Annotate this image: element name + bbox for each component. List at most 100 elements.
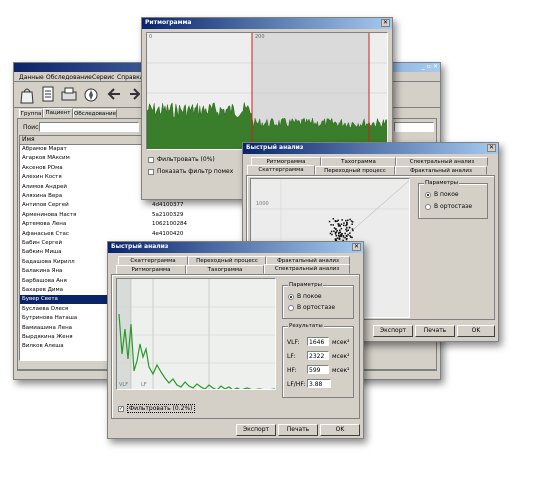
patient-row[interactable]: Артемова Лена 1062100284 [20, 220, 243, 229]
tab-spectral[interactable]: Спектральный анализ [264, 264, 350, 274]
scatter-axis-label: 1000 [256, 201, 269, 207]
show-filter-checkbox[interactable]: Показать фильтр помех [148, 168, 233, 175]
filter-checkbox-box[interactable] [148, 156, 154, 163]
band-label-lf: LF [141, 382, 147, 388]
scatter-point [333, 230, 335, 232]
tab-tachogram[interactable]: Тахограмма [186, 265, 264, 274]
scatter-params-group: Параметры В покое В ортостазе [418, 180, 488, 219]
menu-item-service[interactable]: Сервис [92, 74, 114, 81]
tab-tachogram[interactable]: Тахограмма [321, 157, 396, 166]
back-arrow-icon[interactable] [106, 86, 124, 103]
scatter-point [345, 224, 347, 227]
spectral-params-label: Параметры [288, 282, 323, 288]
menu-item-help[interactable]: Справка [117, 74, 143, 81]
result-row-hf: HF: 599 мсек² [287, 365, 353, 375]
scatter-point [348, 226, 351, 229]
close-icon[interactable]: ✕ [352, 243, 361, 251]
ok-button[interactable]: OK [320, 424, 360, 436]
spectral-radio-ortho-dot[interactable] [288, 304, 294, 311]
tab-exam[interactable]: Обследование [73, 109, 117, 118]
tab-group[interactable]: Группа [19, 109, 43, 118]
result-unit-hf: мсек² [332, 367, 350, 374]
patient-row[interactable]: Афанасьев Стас 4e4100420 [20, 230, 243, 239]
forward-arrow-icon[interactable] [128, 86, 141, 103]
radio-rest-dot[interactable] [425, 191, 431, 198]
spectral-filter-checkbox[interactable]: ✓ Фильтровать (0.2%) [118, 404, 195, 413]
tab-fractal[interactable]: Фрактальный анализ [395, 166, 487, 175]
show-filter-checkbox-box[interactable] [148, 168, 154, 175]
filter-checkbox[interactable]: Фильтровать (0%) [148, 156, 215, 163]
tab-scattergram[interactable]: Скаттерграмма [118, 256, 188, 265]
search-input[interactable] [39, 122, 139, 132]
radio-rest[interactable]: В покое [425, 191, 459, 198]
result-field-hf[interactable]: 599 [307, 365, 329, 374]
patient-name: Вырдякина Женя [22, 334, 73, 340]
patient-name: Аксенов РОма [22, 164, 63, 171]
scatter-point [339, 231, 342, 233]
spectral-radio-ortho[interactable]: В ортостазе [288, 304, 335, 311]
menu-item-exam[interactable]: Обследование [46, 74, 92, 81]
result-value-hf: 599 [309, 367, 321, 374]
rhythmogram-title: Ритмограмма [145, 19, 192, 26]
tab-transition[interactable]: Переходный процесс [188, 256, 266, 265]
scatter-point [352, 229, 354, 232]
scatter-point [338, 231, 340, 234]
print-button[interactable]: Печать [415, 325, 455, 337]
result-value-lfhf: 3.88 [309, 381, 323, 388]
export-button[interactable]: Экспорт [373, 325, 413, 337]
results-group: Результаты VLF: 1646 мсек² LF: 2322 мсек… [282, 323, 354, 398]
patient-name: Вилков Алеша [22, 343, 64, 350]
scatter-point [339, 234, 342, 237]
patient-id: 1062100284 [152, 221, 187, 228]
bag-icon[interactable] [19, 85, 35, 104]
patient-name: Агарков МАксим [22, 155, 70, 162]
result-row-lfhf: LF/HF: 3.88 [287, 379, 353, 389]
print-button[interactable]: Печать [278, 424, 318, 436]
spectral-params-group: Параметры В покое В ортостазе [282, 282, 354, 319]
scatter-point [340, 223, 343, 225]
tab-transition[interactable]: Переходный процесс [315, 166, 395, 175]
scatter-point [347, 233, 349, 236]
window-controls[interactable]: _ ▫ ✕ [422, 63, 438, 70]
filter-label: Фильтровать (0%) [157, 156, 215, 163]
compass-icon[interactable] [82, 85, 100, 104]
tab-spectral[interactable]: Спектральный анализ [396, 157, 488, 166]
scatter-point [349, 232, 351, 234]
search-input-right[interactable] [394, 122, 434, 132]
print-icon[interactable] [60, 85, 78, 104]
export-button[interactable]: Экспорт [236, 424, 276, 436]
close-icon[interactable]: ✕ [381, 19, 390, 27]
tab-rhythmogram[interactable]: Ритмограмма [116, 265, 186, 274]
radio-ortho[interactable]: В ортостазе [425, 203, 472, 210]
spectral-radio-rest[interactable]: В покое [288, 293, 322, 300]
patient-name: Бутринова Наташа [22, 315, 78, 322]
spectrum-plot[interactable]: VLF LF [116, 278, 276, 390]
result-field-vlf[interactable]: 1646 [307, 337, 329, 346]
spectral-title: Быстрый анализ [111, 243, 169, 250]
params-group-label: Параметры [424, 180, 459, 186]
menu-item-data[interactable]: Данные [19, 74, 44, 81]
result-field-lfhf[interactable]: 3.88 [307, 379, 331, 388]
scatter-point [329, 232, 332, 235]
rhythmogram-plot[interactable]: 0 200 [146, 32, 388, 150]
scatter-point [334, 231, 337, 234]
document-icon[interactable] [40, 85, 56, 104]
result-field-lf[interactable]: 2322 [307, 351, 329, 360]
tab-patient[interactable]: Пациент [43, 108, 73, 118]
patient-id: 4e4100420 [152, 230, 184, 237]
spectral-filter-checkbox-box[interactable]: ✓ [118, 405, 124, 412]
scatter-point [336, 229, 338, 232]
scatter-point [346, 230, 348, 232]
result-row-lf: LF: 2322 мсек² [287, 351, 353, 361]
ok-button[interactable]: OK [457, 325, 495, 337]
radio-ortho-dot[interactable] [425, 203, 431, 210]
scatter-point [330, 230, 333, 233]
patient-row[interactable]: Антипов Сергей 4d4100377 [20, 201, 243, 210]
patient-row[interactable]: Арменинова Настя 5a2100329 [20, 211, 243, 220]
tab-scattergram[interactable]: Скаттерграмма [247, 165, 315, 175]
scatter-point [331, 233, 333, 236]
close-icon[interactable]: ✕ [487, 144, 496, 152]
patient-name: Бабин Сергей [22, 240, 63, 246]
spectral-radio-rest-dot[interactable] [288, 293, 294, 300]
spectral-window: Быстрый анализ ✕ Скаттерграмма Переходны… [107, 241, 364, 439]
